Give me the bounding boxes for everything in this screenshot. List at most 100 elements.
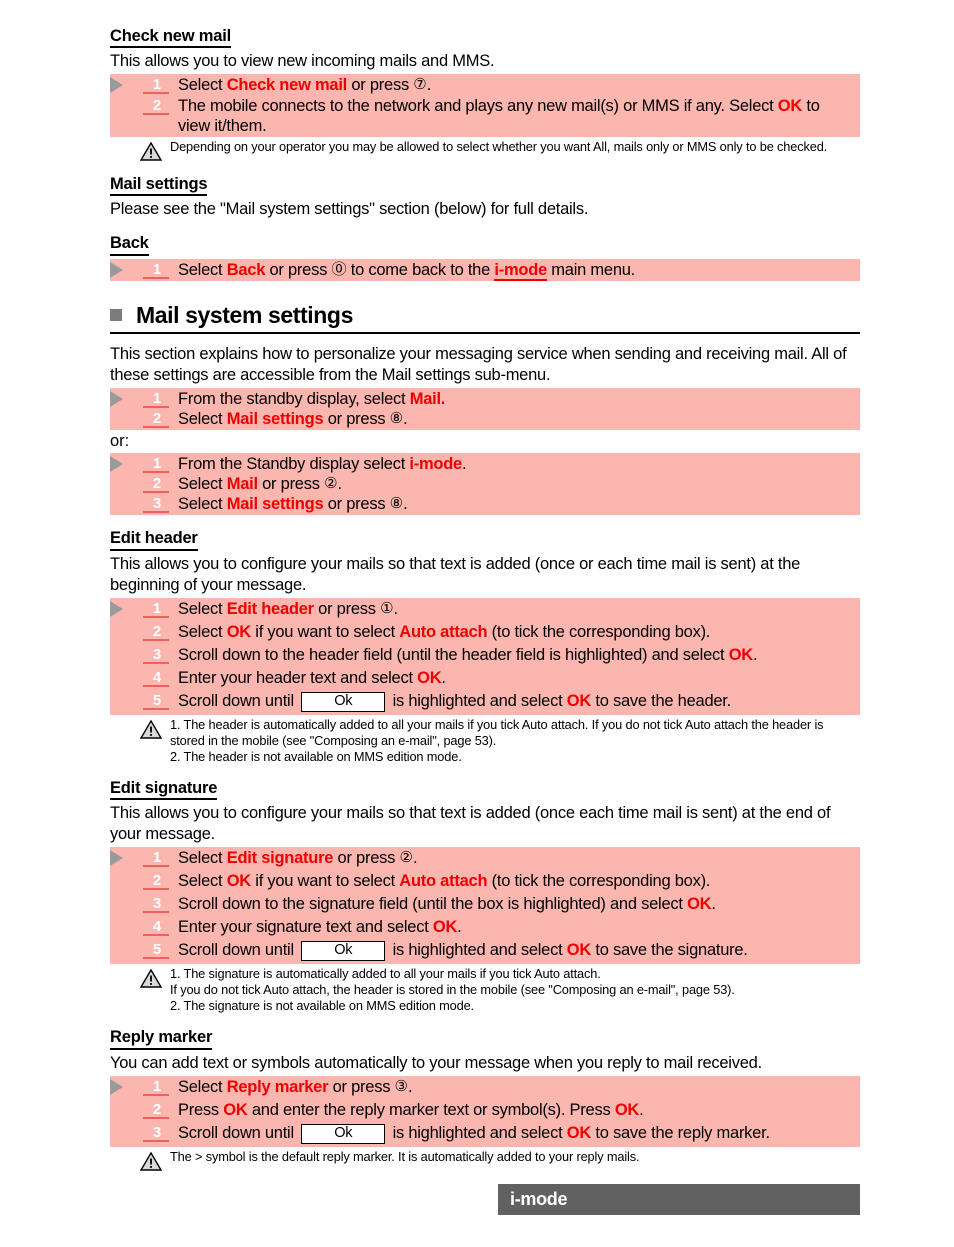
section-intro: Please see the "Mail system settings" se… — [110, 200, 589, 219]
menu-item-emphasis: OK — [687, 895, 712, 914]
step-row: 5 Scroll down until Ok is highlighted and… — [110, 691, 860, 714]
ok-softkey-button[interactable]: Ok — [301, 1123, 386, 1144]
menu-item-emphasis: Auto attach — [399, 872, 488, 891]
step-row: 3 Scroll down to the signature field (unt… — [110, 894, 860, 917]
step-number: 1 — [140, 1077, 174, 1096]
step-text-run: Select — [178, 475, 227, 494]
step-text-run: or press — [257, 475, 325, 494]
step-text-run: to save the signature. — [591, 941, 748, 960]
step-text: From the standby display, select Mail. — [174, 389, 860, 409]
step-text-run: . — [412, 849, 418, 868]
step-number: 5 — [140, 691, 174, 710]
circled-key-icon: ① — [380, 599, 394, 617]
menu-item-emphasis: Mail — [226, 475, 258, 494]
note-reply-marker: The > symbol is the default reply marker… — [110, 1149, 860, 1171]
section-edit-header-heading-wrap: Edit header — [110, 530, 860, 551]
step-text: From the Standby display select i-mode. — [174, 454, 860, 474]
step-text-run: Scroll down until — [178, 1123, 299, 1142]
step-text-run: main menu. — [546, 260, 636, 279]
step-text-run: . — [337, 475, 343, 494]
step-text-run: and enter the reply marker text or symbo… — [247, 1100, 615, 1119]
step-number: 4 — [140, 668, 174, 687]
step-text-run: if you want to select — [250, 872, 400, 891]
menu-item-emphasis: i-mode — [409, 455, 462, 474]
menu-item-emphasis: Auto attach — [399, 622, 488, 641]
warning-triangle-icon — [140, 719, 168, 739]
menu-item-emphasis: Back — [226, 260, 266, 279]
step-text: Scroll down until Ok is highlighted and … — [174, 940, 860, 962]
circled-key-icon: ⓪ — [331, 260, 347, 278]
play-triangle-icon — [110, 1078, 123, 1095]
step-text-run: . — [752, 645, 758, 664]
step-list-mail-settings-path-a: 1 From the standby display, select Mail. 2… — [110, 388, 860, 431]
step-text: Select Edit header or press ①. — [174, 599, 860, 619]
warning-triangle-icon — [140, 1151, 168, 1171]
ok-softkey-button[interactable]: Ok — [301, 691, 386, 712]
step-number: 3 — [140, 894, 174, 914]
step-row: 4 Enter your header text and select OK. — [110, 668, 860, 691]
note-line: 1. The header is automatically added to … — [170, 716, 824, 748]
step-number: 3 — [140, 1123, 174, 1142]
menu-item-emphasis: OK — [432, 918, 458, 937]
note-text: 1. The header is automatically added to … — [168, 717, 860, 765]
or-label: or: — [110, 432, 130, 451]
main-section-heading-row: Mail system settings — [110, 302, 860, 328]
step-row: 2 Select Mail settings or press ⑧. — [110, 409, 860, 429]
step-text-run: or press — [328, 1077, 395, 1096]
step-text: Select Reply marker or press ③. — [174, 1077, 860, 1097]
step-text: Scroll down to the header field (until t… — [174, 645, 860, 665]
step-list-reply-marker: 1 Select Reply marker or press ③. 2 Press O… — [110, 1075, 860, 1147]
main-section-intro: This section explains how to personalize… — [110, 344, 847, 385]
play-triangle-icon — [110, 261, 123, 278]
ok-softkey-button[interactable]: Ok — [301, 941, 386, 962]
step-text-run: is highlighted and select — [388, 1123, 567, 1142]
step-text-run: if you want to select — [250, 622, 400, 641]
step-text-run: . — [639, 1100, 644, 1119]
step-text: Select OK if you want to select Auto att… — [174, 871, 860, 891]
menu-item-emphasis: OK — [417, 668, 442, 687]
manual-page: Check new mail This allows you to view n… — [0, 0, 954, 1247]
step-number: 1 — [140, 75, 174, 95]
step-text-run: . — [426, 76, 432, 95]
step-text: Press OK and enter the reply marker text… — [174, 1100, 860, 1120]
step-row: 3 Scroll down to the header field (until … — [110, 645, 860, 668]
step-number: 3 — [140, 494, 174, 514]
play-triangle-icon — [110, 391, 123, 408]
menu-item-emphasis: Edit header — [226, 599, 314, 618]
menu-item-emphasis: Check new mail — [226, 76, 348, 95]
step-row: 4 Enter your signature text and select OK… — [110, 917, 860, 940]
step-row: 2 Select OK if you want to select Auto at… — [110, 622, 860, 645]
step-text-run: to save the header. — [591, 691, 731, 710]
step-text: Select Mail settings or press ⑧. — [174, 494, 860, 514]
section-edit-signature-heading-wrap: Edit signature — [110, 779, 860, 801]
circled-key-icon: ③ — [394, 1077, 408, 1095]
step-text: Select Edit signature or press ②. — [174, 848, 860, 868]
imode-link[interactable]: i-mode — [494, 260, 547, 281]
step-text-run: . — [461, 455, 467, 474]
step-text-run: Enter your header text and select — [178, 668, 418, 687]
step-text: Enter your signature text and select OK. — [174, 917, 860, 937]
step-list-mail-settings-path-b: 1 From the Standby display select i-mode.… — [110, 453, 860, 516]
step-text-run: (to tick the corresponding box). — [487, 872, 711, 891]
menu-item-emphasis: OK — [566, 1123, 592, 1142]
square-bullet-icon — [110, 309, 122, 322]
step-text: Select Mail or press ②. — [174, 474, 860, 494]
step-number: 3 — [140, 645, 174, 664]
step-text-run: . — [403, 495, 408, 514]
note-line: 1. The signature is automatically added … — [170, 966, 601, 982]
menu-item-emphasis: Reply marker — [226, 1077, 329, 1096]
note-text: Depending on your operator you may be al… — [170, 138, 828, 154]
circled-key-icon: ⑦ — [413, 76, 427, 94]
step-text-run: Select — [178, 599, 227, 618]
step-row: 1 Select Back or press ⓪ to come back to … — [110, 260, 860, 281]
step-text-run: is highlighted and select — [388, 941, 567, 960]
step-number: 4 — [140, 917, 174, 937]
step-list-edit-signature: 1 Select Edit signature or press ②. 2 Selec… — [110, 847, 860, 965]
step-text: Select Mail settings or press ⑧. — [174, 409, 860, 429]
menu-item-emphasis: OK — [566, 691, 592, 710]
menu-item-emphasis: Mail. — [409, 390, 446, 409]
circled-key-icon: ② — [399, 849, 413, 867]
step-text-run: Select — [178, 872, 227, 891]
step-text-run: Select — [178, 1077, 227, 1096]
menu-item-emphasis: OK — [728, 645, 754, 664]
